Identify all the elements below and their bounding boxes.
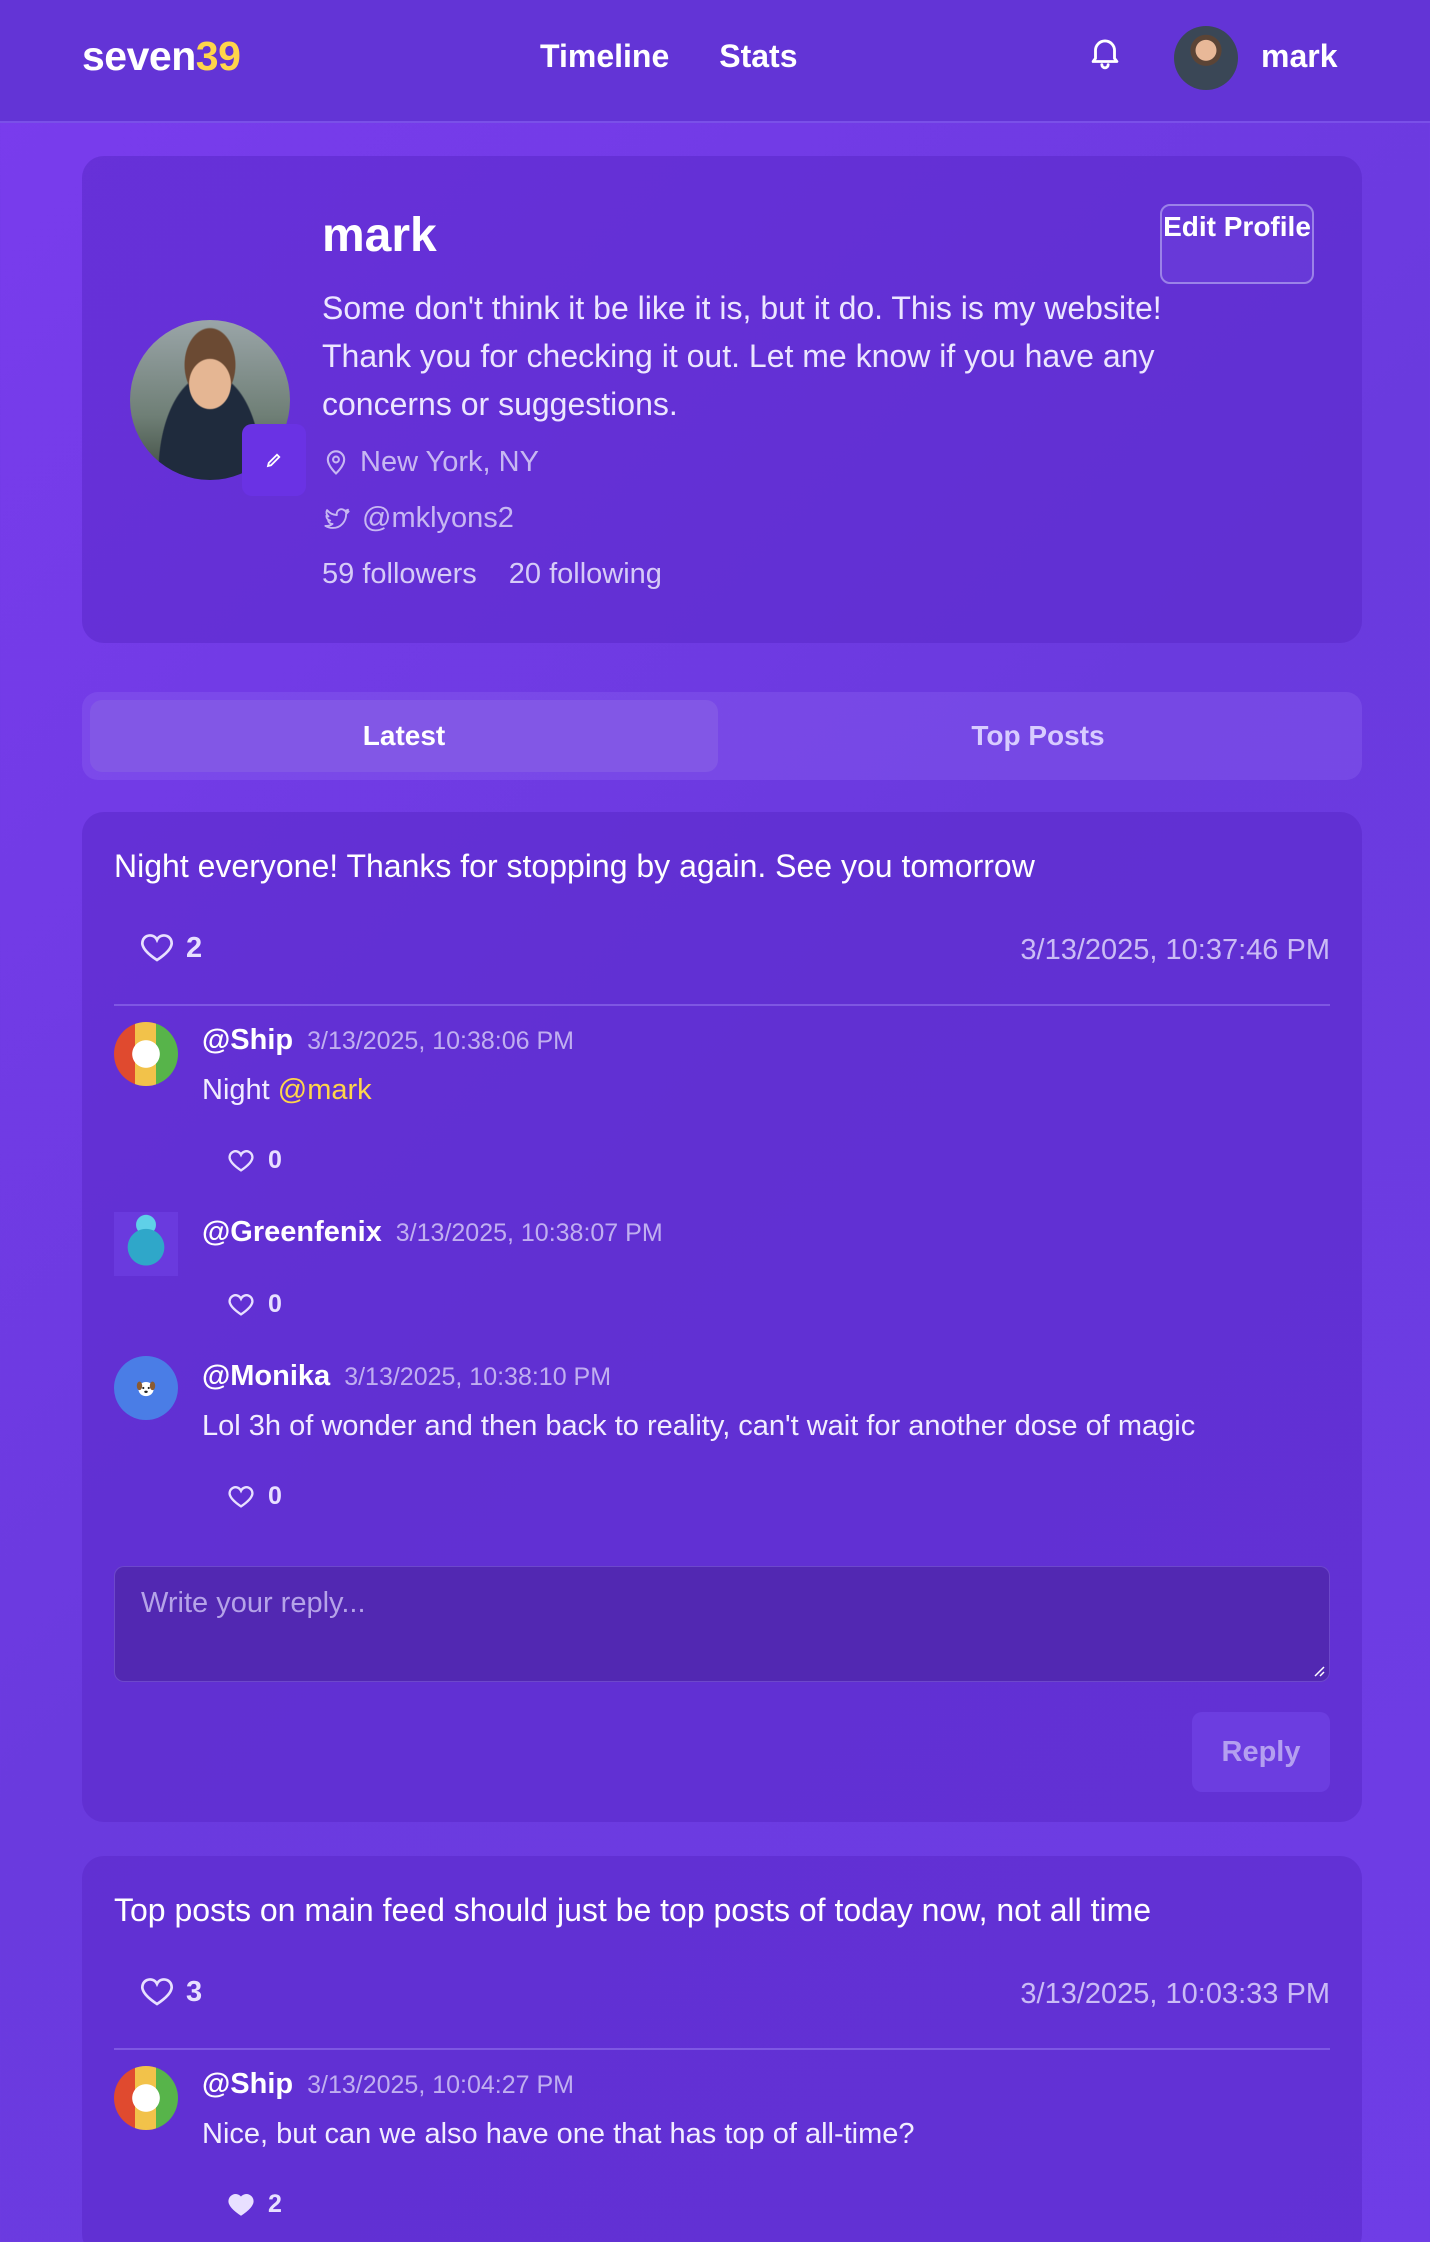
post-divider	[114, 2048, 1330, 2050]
user-avatar[interactable]	[1174, 26, 1238, 90]
comment-timestamp: 3/13/2025, 10:38:10 PM	[344, 1363, 612, 1391]
comment-like-button[interactable]: 0	[226, 1290, 282, 1319]
followers-count[interactable]: 59 followers	[322, 558, 477, 591]
comment-text: Nice, but can we also have one that has …	[202, 2118, 915, 2150]
post-like-count: 3	[186, 1975, 203, 2008]
comment-like-count: 0	[268, 1290, 282, 1318]
comment-author[interactable]: @Ship	[202, 1024, 293, 1056]
comment-header: @Greenfenix 3/13/2025, 10:38:07 PM	[202, 1216, 663, 1249]
comment-like-count: 0	[268, 1482, 282, 1510]
post-divider	[114, 1004, 1330, 1006]
post-card: Night everyone! Thanks for stopping by a…	[82, 812, 1362, 1822]
dog-face-icon	[136, 1381, 156, 1397]
profile-name: mark	[322, 209, 437, 262]
comment-author[interactable]: @Ship	[202, 2068, 293, 2100]
site-logo[interactable]: seven39	[82, 33, 241, 80]
post-text: Top posts on main feed should just be to…	[114, 1892, 1152, 1928]
reply-input-wrapper	[114, 1566, 1330, 1682]
reply-button[interactable]: Reply	[1192, 1712, 1330, 1792]
comment-like-button[interactable]: 0	[226, 1146, 282, 1175]
logo-accent: 39	[195, 33, 241, 79]
location-text: New York, NY	[360, 446, 539, 478]
tab-latest[interactable]: Latest	[90, 700, 718, 772]
comment-timestamp: 3/13/2025, 10:04:27 PM	[307, 2071, 574, 2099]
comment-author[interactable]: @Greenfenix	[202, 1216, 382, 1248]
profile-bio: Some don't think it be like it is, but i…	[322, 290, 1162, 422]
following-count[interactable]: 20 following	[509, 558, 662, 591]
twitter-handle[interactable]: @mklyons2	[362, 502, 514, 535]
comment-avatar-monika[interactable]	[114, 1356, 178, 1420]
comment-text: Lol 3h of wonder and then back to realit…	[202, 1410, 1196, 1442]
nav-stats[interactable]: Stats	[719, 38, 797, 75]
post-like-button[interactable]: 3	[138, 1974, 202, 2010]
heart-icon	[228, 1293, 254, 1316]
comment-like-button[interactable]: 2	[226, 2190, 282, 2219]
comment-like-count: 0	[268, 1146, 282, 1174]
heart-icon	[141, 1978, 173, 2006]
follow-stats: 59 followers 20 following	[322, 558, 662, 591]
comment-header: @Ship 3/13/2025, 10:38:06 PM	[202, 1024, 574, 1057]
heart-icon	[141, 934, 173, 962]
profile-card: mark Some don't think it be like it is, …	[82, 156, 1362, 643]
tab-top-posts[interactable]: Top Posts	[722, 700, 1354, 772]
main-nav: Timeline Stats	[540, 38, 797, 75]
comment-text-body: Night	[202, 1074, 278, 1106]
post-like-button[interactable]: 2	[138, 930, 202, 966]
resize-grip-icon[interactable]	[1311, 1663, 1325, 1677]
comment-mention[interactable]: @mark	[278, 1074, 372, 1106]
post-timestamp: 3/13/2025, 10:37:46 PM	[1020, 934, 1330, 966]
top-header: seven39 Timeline Stats mark	[0, 0, 1430, 123]
logo-main: seven	[82, 33, 196, 79]
heart-icon	[228, 1485, 254, 1508]
avatar-edit-button[interactable]	[242, 424, 306, 496]
comment-timestamp: 3/13/2025, 10:38:07 PM	[395, 1219, 663, 1247]
twitter-bird-icon	[324, 507, 350, 529]
post-card: Top posts on main feed should just be to…	[82, 1856, 1362, 2242]
location-pin-icon	[326, 449, 346, 475]
comment-like-count: 2	[268, 2190, 282, 2218]
comment-header: @Monika 3/13/2025, 10:38:10 PM	[202, 1360, 611, 1393]
comment-avatar-ship[interactable]	[114, 1022, 178, 1086]
post-text: Night everyone! Thanks for stopping by a…	[114, 848, 1035, 884]
post-timestamp: 3/13/2025, 10:03:33 PM	[1020, 1978, 1330, 2010]
comment-like-button[interactable]: 0	[226, 1482, 282, 1511]
comment-header: @Ship 3/13/2025, 10:04:27 PM	[202, 2068, 574, 2101]
profile-location: New York, NY	[322, 446, 539, 479]
comment-timestamp: 3/13/2025, 10:38:06 PM	[307, 1027, 574, 1055]
feed-tabs: Latest Top Posts	[82, 692, 1362, 780]
comment-author[interactable]: @Monika	[202, 1360, 330, 1392]
bell-icon[interactable]	[1086, 32, 1124, 72]
nav-timeline[interactable]: Timeline	[540, 38, 669, 75]
post-like-count: 2	[186, 931, 203, 964]
comment-avatar-ship[interactable]	[114, 2066, 178, 2130]
header-username[interactable]: mark	[1261, 38, 1338, 75]
profile-twitter[interactable]: @mklyons2	[322, 502, 514, 535]
comment-avatar-greenfenix[interactable]	[114, 1212, 178, 1276]
heart-icon	[228, 1149, 254, 1172]
edit-profile-button[interactable]: Edit Profile	[1160, 204, 1314, 284]
pencil-icon	[266, 453, 281, 468]
comment-text: Night @mark	[202, 1074, 372, 1107]
heart-filled-icon	[228, 2193, 254, 2216]
reply-input[interactable]	[115, 1567, 1329, 1681]
